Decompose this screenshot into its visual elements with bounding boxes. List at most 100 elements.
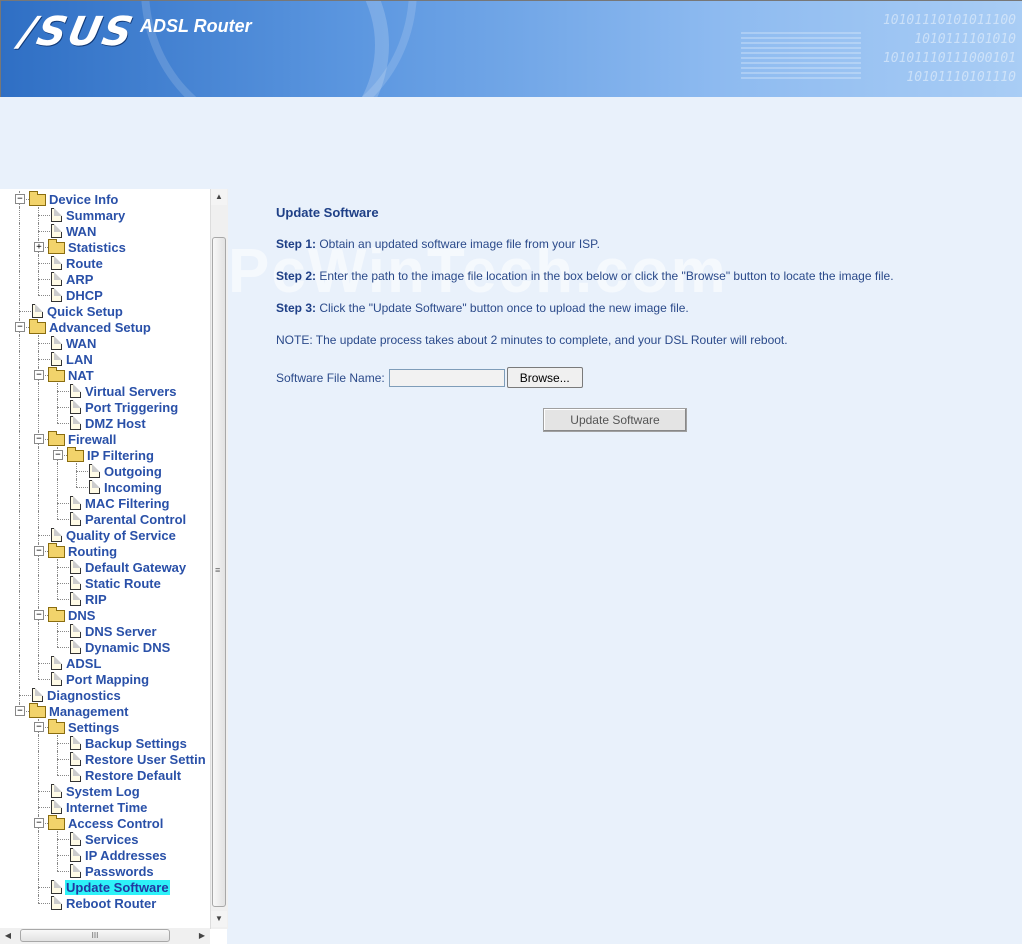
scroll-down-arrow-icon[interactable]: ▼: [211, 911, 227, 927]
tree-item[interactable]: IP Filtering: [67, 447, 155, 463]
collapse-icon[interactable]: −: [15, 194, 25, 204]
tree-item[interactable]: Passwords: [67, 863, 155, 879]
tree-item[interactable]: Services: [67, 831, 140, 847]
tree-item[interactable]: Access Control: [48, 815, 164, 831]
tree-item-label[interactable]: Quick Setup: [46, 304, 124, 319]
tree-item[interactable]: Summary: [48, 207, 126, 223]
file-name-input[interactable]: [388, 368, 505, 387]
tree-item[interactable]: Device Info: [29, 191, 119, 207]
collapse-icon[interactable]: −: [34, 818, 44, 828]
tree-item[interactable]: Static Route: [67, 575, 162, 591]
tree-item-label[interactable]: Static Route: [84, 576, 162, 591]
collapse-icon[interactable]: −: [34, 370, 44, 380]
tree-item[interactable]: NAT: [48, 367, 95, 383]
tree-item[interactable]: ARP: [48, 271, 94, 287]
h-scrollbar-thumb[interactable]: III: [20, 929, 170, 942]
tree-item[interactable]: Outgoing: [86, 463, 163, 479]
tree-item[interactable]: Internet Time: [48, 799, 148, 815]
tree-item[interactable]: DMZ Host: [67, 415, 147, 431]
tree-item[interactable]: Quick Setup: [29, 303, 124, 319]
tree-item-label[interactable]: WAN: [65, 336, 97, 351]
tree-item-label[interactable]: Restore Default: [84, 768, 182, 783]
tree-item[interactable]: Incoming: [86, 479, 163, 495]
collapse-icon[interactable]: −: [34, 546, 44, 556]
tree-item-label[interactable]: Outgoing: [103, 464, 163, 479]
tree-item[interactable]: Virtual Servers: [67, 383, 178, 399]
tree-item[interactable]: Reboot Router: [48, 895, 157, 911]
collapse-icon[interactable]: −: [34, 434, 44, 444]
tree-item[interactable]: WAN: [48, 223, 97, 239]
tree-item-label[interactable]: Diagnostics: [46, 688, 122, 703]
collapse-icon[interactable]: −: [15, 706, 25, 716]
tree-item[interactable]: Backup Settings: [67, 735, 188, 751]
tree-item[interactable]: Parental Control: [67, 511, 187, 527]
tree-item[interactable]: Management: [29, 703, 129, 719]
tree-item[interactable]: ADSL: [48, 655, 102, 671]
browse-button[interactable]: Browse...: [506, 367, 583, 388]
tree-item[interactable]: Restore Default: [67, 767, 182, 783]
tree-item[interactable]: Dynamic DNS: [67, 639, 171, 655]
collapse-icon[interactable]: −: [34, 610, 44, 620]
tree-item-label[interactable]: DNS: [67, 608, 96, 623]
tree-item-label[interactable]: Statistics: [67, 240, 127, 255]
tree-item[interactable]: DNS: [48, 607, 96, 623]
scroll-left-arrow-icon[interactable]: ◀: [0, 928, 16, 944]
tree-item-label[interactable]: Quality of Service: [65, 528, 177, 543]
tree-item[interactable]: WAN: [48, 335, 97, 351]
scroll-right-arrow-icon[interactable]: ▶: [194, 928, 210, 944]
tree-item-label[interactable]: WAN: [65, 224, 97, 239]
tree-item-label[interactable]: Advanced Setup: [48, 320, 152, 335]
tree-item-label[interactable]: Dynamic DNS: [84, 640, 171, 655]
tree-item[interactable]: Port Triggering: [67, 399, 179, 415]
tree-item-label[interactable]: Settings: [67, 720, 120, 735]
tree-item-label[interactable]: Device Info: [48, 192, 119, 207]
tree-item[interactable]: IP Addresses: [67, 847, 168, 863]
tree-item[interactable]: DHCP: [48, 287, 104, 303]
expand-icon[interactable]: +: [34, 242, 44, 252]
vertical-scrollbar[interactable]: ▲ ≡ ▼: [210, 189, 228, 929]
tree-item[interactable]: Update Software: [48, 879, 170, 895]
tree-item-label[interactable]: Default Gateway: [84, 560, 187, 575]
tree-item-label[interactable]: MAC Filtering: [84, 496, 171, 511]
collapse-icon[interactable]: −: [15, 322, 25, 332]
tree-item-label[interactable]: Backup Settings: [84, 736, 188, 751]
tree-item-label[interactable]: DNS Server: [84, 624, 158, 639]
tree-item-label[interactable]: Firewall: [67, 432, 117, 447]
tree-item-label[interactable]: System Log: [65, 784, 141, 799]
tree-item[interactable]: RIP: [67, 591, 108, 607]
tree-item-label[interactable]: IP Filtering: [86, 448, 155, 463]
tree-item[interactable]: Statistics: [48, 239, 127, 255]
tree-item-label[interactable]: LAN: [65, 352, 94, 367]
tree-item-label[interactable]: Summary: [65, 208, 126, 223]
update-software-button[interactable]: Update Software: [543, 408, 687, 432]
tree-item-label[interactable]: DMZ Host: [84, 416, 147, 431]
tree-item[interactable]: Diagnostics: [29, 687, 122, 703]
tree-item-label[interactable]: DHCP: [65, 288, 104, 303]
tree-item-label[interactable]: Passwords: [84, 864, 155, 879]
tree-item-label[interactable]: ADSL: [65, 656, 102, 671]
tree-item[interactable]: Advanced Setup: [29, 319, 152, 335]
tree-item[interactable]: LAN: [48, 351, 94, 367]
tree-item[interactable]: Port Mapping: [48, 671, 150, 687]
tree-item[interactable]: System Log: [48, 783, 141, 799]
tree-item-label[interactable]: RIP: [84, 592, 108, 607]
tree-item-label[interactable]: IP Addresses: [84, 848, 168, 863]
tree-item-label[interactable]: Route: [65, 256, 104, 271]
tree-item-label[interactable]: Routing: [67, 544, 118, 559]
tree-item[interactable]: Restore User Settin: [67, 751, 207, 767]
tree-item-label[interactable]: Internet Time: [65, 800, 148, 815]
tree-item[interactable]: Firewall: [48, 431, 117, 447]
tree-item-label[interactable]: Services: [84, 832, 140, 847]
scroll-up-arrow-icon[interactable]: ▲: [211, 189, 227, 205]
tree-item-label[interactable]: Access Control: [67, 816, 164, 831]
tree-item-label[interactable]: Incoming: [103, 480, 163, 495]
tree-item[interactable]: Route: [48, 255, 104, 271]
tree-item-label[interactable]: Port Mapping: [65, 672, 150, 687]
tree-item[interactable]: DNS Server: [67, 623, 158, 639]
tree-item[interactable]: Default Gateway: [67, 559, 187, 575]
horizontal-scrollbar[interactable]: ◀ III ▶: [0, 928, 210, 944]
collapse-icon[interactable]: −: [53, 450, 63, 460]
tree-item-label[interactable]: Restore User Settin: [84, 752, 207, 767]
tree-item[interactable]: Settings: [48, 719, 120, 735]
tree-item-label[interactable]: Virtual Servers: [84, 384, 178, 399]
